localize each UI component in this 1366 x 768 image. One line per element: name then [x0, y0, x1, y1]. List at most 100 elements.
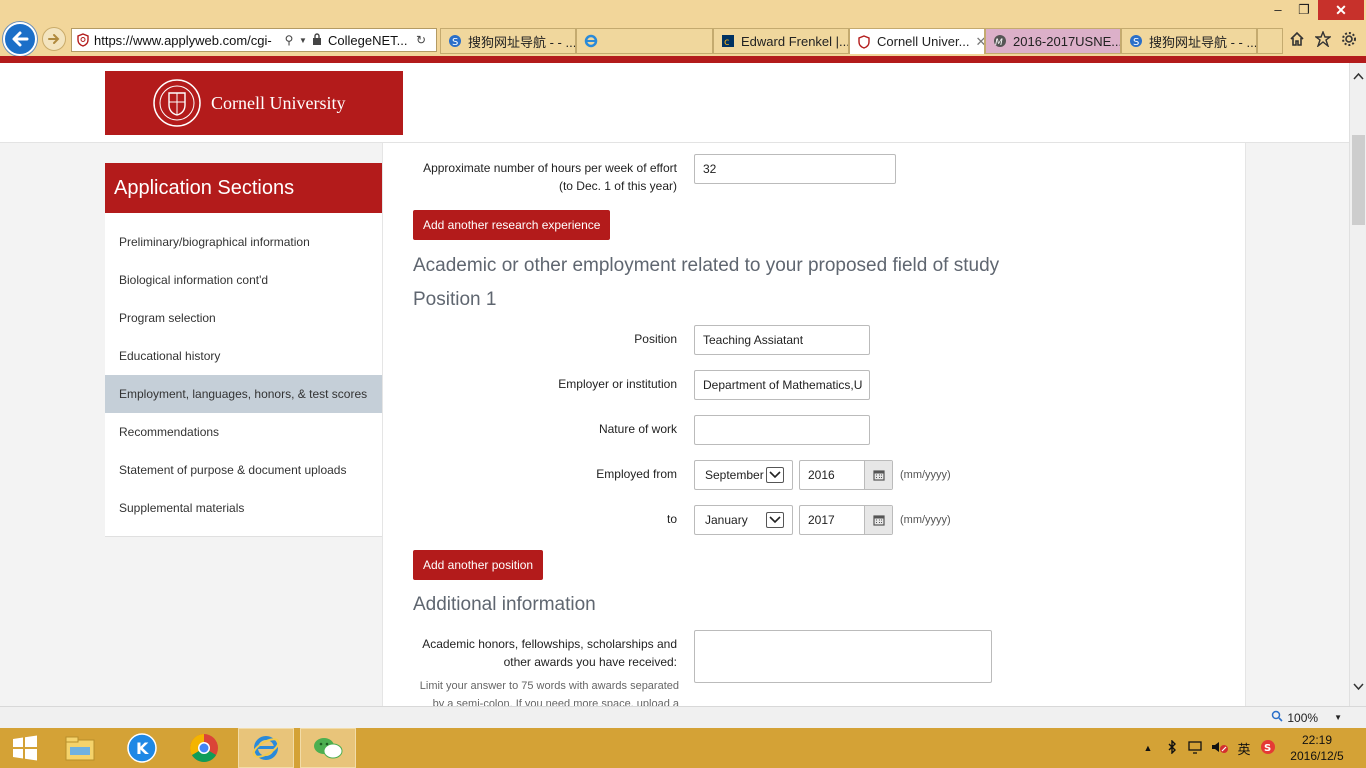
- sidebar-item-preliminary[interactable]: Preliminary/biographical information: [105, 223, 382, 261]
- scrollbar-thumb[interactable]: [1352, 135, 1365, 225]
- svg-text:M: M: [995, 38, 1003, 48]
- dropdown-icon[interactable]: ▼: [298, 36, 308, 45]
- nature-of-work-input[interactable]: [694, 415, 870, 445]
- close-tab-icon[interactable]: ✕: [975, 34, 984, 50]
- favorites-star-icon[interactable]: [1314, 30, 1332, 48]
- to-month-select[interactable]: January: [694, 505, 793, 535]
- sidebar-item-employment[interactable]: Employment, languages, honors, & test sc…: [105, 375, 382, 413]
- site-header: Cornell University: [0, 63, 1349, 143]
- zoom-dropdown-icon[interactable]: ▼: [1334, 713, 1342, 722]
- sogou-input-icon[interactable]: S: [1256, 739, 1280, 758]
- ime-indicator[interactable]: 英: [1232, 739, 1256, 758]
- from-month-select[interactable]: September: [694, 460, 793, 490]
- taskbar-kugou[interactable]: K: [114, 728, 170, 768]
- taskbar-wechat[interactable]: [300, 728, 356, 768]
- hours-label: Approximate number of hours per week of …: [423, 159, 677, 195]
- from-date-format-hint: (mm/yyyy): [900, 469, 951, 481]
- sidebar-item-program-selection[interactable]: Program selection: [105, 299, 382, 337]
- add-position-button[interactable]: Add another position: [413, 550, 544, 580]
- volume-muted-icon[interactable]: [1208, 740, 1232, 757]
- usnews-icon: M: [992, 33, 1008, 49]
- new-tab-button[interactable]: [1257, 28, 1283, 54]
- zoom-control[interactable]: 100% ▼: [1271, 710, 1342, 725]
- show-desktop-button[interactable]: [1354, 728, 1366, 768]
- svg-text:K: K: [136, 739, 149, 758]
- honors-textarea[interactable]: [694, 630, 992, 683]
- to-year-field[interactable]: 2017: [799, 505, 893, 535]
- scroll-down-icon[interactable]: [1353, 680, 1364, 694]
- nature-of-work-label: Nature of work: [598, 422, 677, 436]
- sidebar-item-statement-of-purpose[interactable]: Statement of purpose & document uploads: [105, 451, 382, 489]
- tab-ie-blank[interactable]: [576, 28, 713, 54]
- tab-cornell[interactable]: Cornell Univer... ✕: [849, 28, 985, 54]
- url-text[interactable]: https://www.applyweb.com/cgi-: [94, 33, 280, 48]
- add-research-experience-button[interactable]: Add another research experience: [413, 210, 611, 240]
- search-icon[interactable]: ⚲: [280, 33, 298, 47]
- calendar-icon[interactable]: [864, 461, 892, 489]
- lock-icon: [308, 32, 326, 48]
- system-clock[interactable]: 22:19 2016/12/5: [1280, 732, 1354, 764]
- cornell-logo[interactable]: Cornell University: [105, 71, 403, 135]
- bluetooth-icon[interactable]: [1160, 738, 1184, 757]
- to-year-value[interactable]: 2017: [800, 506, 864, 534]
- taskbar-file-explorer[interactable]: [52, 728, 108, 768]
- from-year-value[interactable]: 2016: [800, 461, 864, 489]
- sidebar-title: Application Sections: [105, 163, 382, 213]
- restore-button[interactable]: ❐: [1291, 0, 1317, 20]
- from-year-field[interactable]: 2016: [799, 460, 893, 490]
- title-bar: – ❐ ✕: [0, 0, 1366, 20]
- chrome-icon: [190, 734, 218, 762]
- kugou-icon: K: [127, 733, 157, 763]
- honors-hint-line2: by a semi-colon. If you need more space,…: [432, 698, 679, 706]
- sidebar-item-educational-history[interactable]: Educational history: [105, 337, 382, 375]
- forward-button[interactable]: [42, 27, 66, 51]
- home-icon[interactable]: [1288, 30, 1306, 48]
- address-bar[interactable]: https://www.applyweb.com/cgi- ⚲ ▼ Colleg…: [71, 28, 437, 52]
- chevron-down-icon: [766, 512, 784, 528]
- hours-label-line2: (to Dec. 1 of this year): [558, 179, 677, 193]
- minimize-button[interactable]: –: [1265, 0, 1291, 20]
- employment-section-title: Academic or other employment related to …: [413, 255, 1000, 276]
- tab-edward-frenkel[interactable]: c Edward Frenkel |...: [713, 28, 849, 54]
- sidebar-item-recommendations[interactable]: Recommendations: [105, 413, 382, 451]
- chevron-down-icon: [766, 467, 784, 483]
- scroll-up-icon[interactable]: [1353, 69, 1364, 83]
- vertical-scrollbar[interactable]: [1349, 63, 1366, 706]
- clock-date: 2016/12/5: [1290, 749, 1344, 763]
- employer-input[interactable]: Department of Mathematics,U: [694, 370, 870, 400]
- tab-sogou-2[interactable]: S 搜狗网址导航 - - ...: [1121, 28, 1257, 54]
- taskbar-chrome[interactable]: [176, 728, 232, 768]
- position-input[interactable]: Teaching Assiatant: [694, 325, 870, 355]
- tab-sogou-1[interactable]: S 搜狗网址导航 - - ...: [440, 28, 576, 54]
- browser-chrome: – ❐ ✕ https://www.applyweb.com/cgi- ⚲ ▼ …: [0, 0, 1366, 63]
- site-shield-icon: [72, 29, 94, 51]
- zoom-icon: [1271, 710, 1283, 725]
- honors-label: Academic honors, fellowships, scholarshi…: [422, 635, 677, 671]
- to-date-format-hint: (mm/yyyy): [900, 514, 951, 526]
- system-tray: ▲ 英 S 22:19 2016/12/5: [1136, 728, 1366, 768]
- refresh-icon[interactable]: ↻: [412, 33, 430, 47]
- windows-taskbar: K ▲ 英 S 22:19 2016/12/5: [0, 728, 1366, 768]
- sidebar-item-supplemental[interactable]: Supplemental materials: [105, 489, 382, 527]
- settings-gear-icon[interactable]: [1340, 30, 1358, 48]
- employer-label: Employer or institution: [558, 377, 677, 391]
- back-button[interactable]: [3, 22, 37, 56]
- start-button[interactable]: [0, 728, 50, 768]
- wechat-icon: [314, 738, 343, 759]
- site-identity[interactable]: CollegeNET...: [328, 33, 412, 48]
- network-icon[interactable]: [1184, 740, 1208, 757]
- tab-usnews[interactable]: M 2016-2017USNE...: [985, 28, 1121, 54]
- site-top-bar: [0, 56, 1366, 63]
- hours-per-week-input[interactable]: 32: [694, 154, 896, 184]
- zoom-level: 100%: [1287, 710, 1319, 725]
- sidebar-item-biological[interactable]: Biological information cont'd: [105, 261, 382, 299]
- show-hidden-icons-icon[interactable]: ▲: [1136, 743, 1160, 753]
- application-sections-nav: Application Sections Preliminary/biograp…: [105, 163, 382, 537]
- page-viewport: Cornell University Application Sections …: [0, 63, 1349, 706]
- position-label: Position: [634, 332, 677, 346]
- calendar-icon[interactable]: [864, 506, 892, 534]
- honors-limit-hint: Limit your answer to 75 words with award…: [403, 677, 679, 706]
- close-window-button[interactable]: ✕: [1318, 0, 1364, 20]
- taskbar-internet-explorer[interactable]: [238, 728, 294, 768]
- svg-text:S: S: [1264, 743, 1271, 754]
